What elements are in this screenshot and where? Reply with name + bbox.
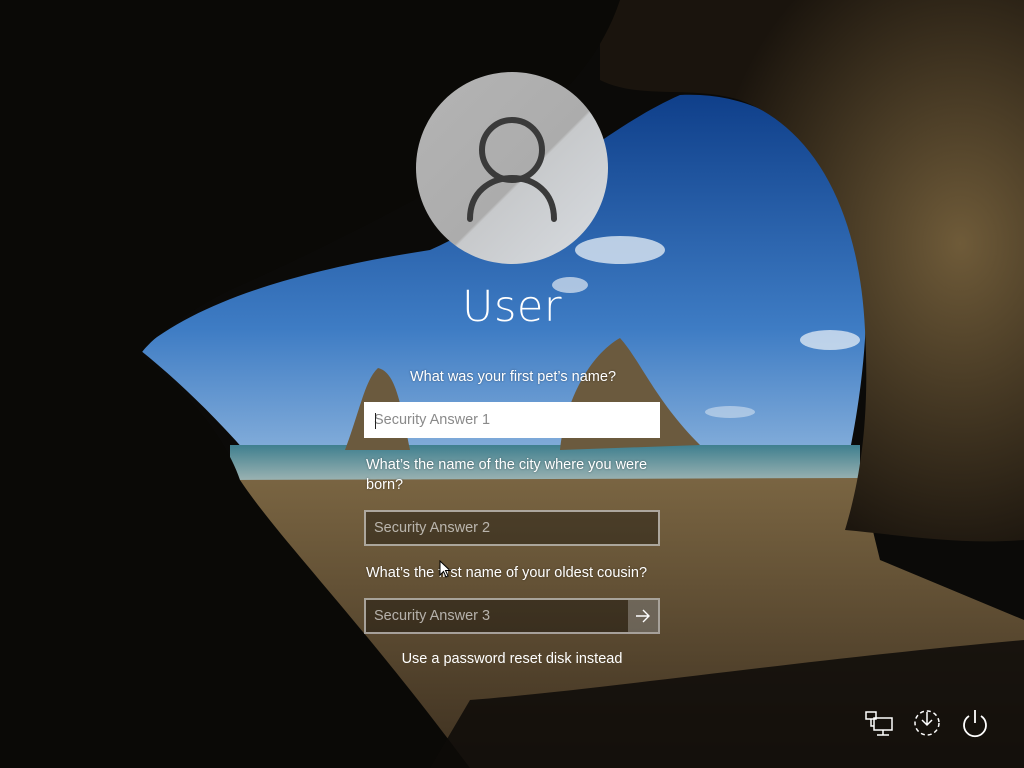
arrow-right-icon [636,609,650,623]
security-answer-2-field[interactable] [364,510,660,546]
security-answer-3-input[interactable] [366,600,628,632]
submit-button[interactable] [628,600,658,632]
security-answer-2-input[interactable] [366,512,658,544]
security-question-1: What was your first pet’s name? [409,369,617,385]
mouse-cursor-icon [439,560,451,578]
ease-of-access-icon[interactable] [910,706,944,740]
security-answer-1-input[interactable] [366,404,658,436]
user-avatar [416,72,608,264]
power-icon[interactable] [958,706,992,740]
user-name: User [461,282,562,332]
security-question-2: What’s the name of the city where you we… [366,457,648,493]
security-answer-1-field[interactable] [364,402,660,438]
security-question-3: What’s the first name of your oldest cou… [366,565,648,581]
network-icon[interactable] [862,706,896,740]
text-caret [375,413,376,429]
password-reset-disk-link[interactable]: Use a password reset disk instead [312,651,712,667]
user-silhouette-icon [467,117,557,222]
security-answer-3-field[interactable] [364,598,660,634]
